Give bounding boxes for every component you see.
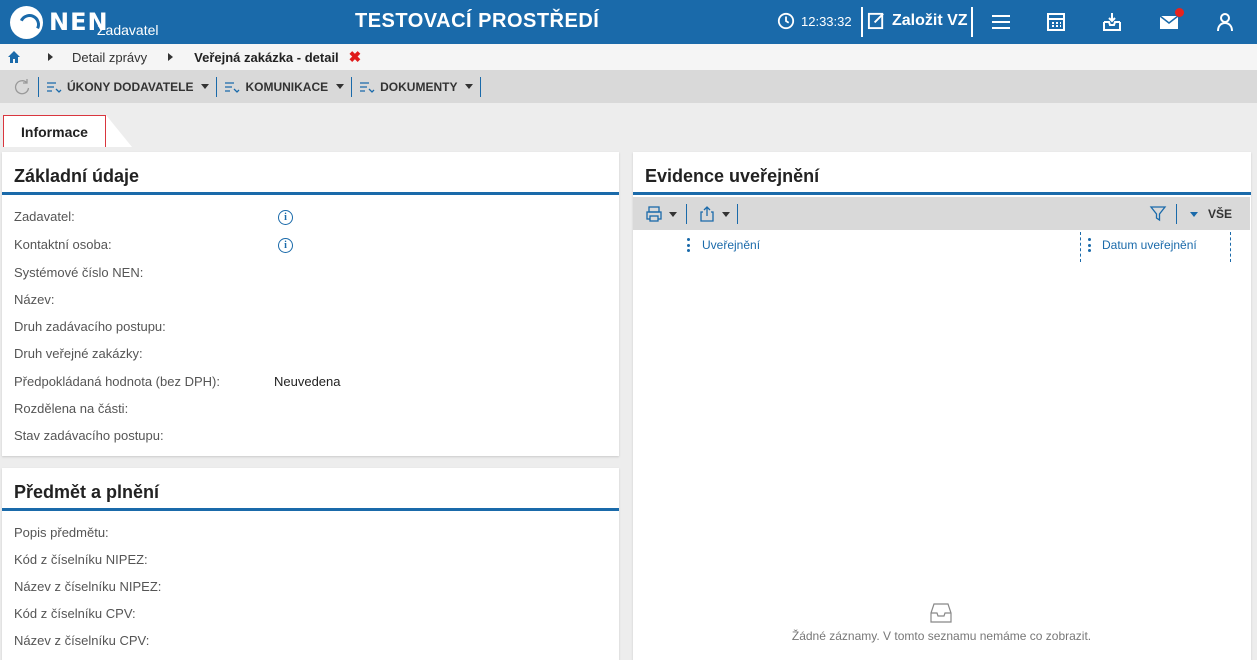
breadcrumb-separator-icon [48,53,53,61]
documents-menu[interactable]: DOKUMENTY [359,79,474,95]
refresh-icon[interactable] [13,78,31,96]
edit-icon [867,12,884,30]
notification-dot [1175,8,1184,17]
create-vz-label: Založit VZ [892,11,968,29]
breadcrumb-current: Veřejná zakázka - detail [194,49,339,65]
tab-strip: Informace [0,103,1257,147]
header-divider [971,7,973,37]
field-label-contract-type: Druh veřejné zakázky: [14,346,143,361]
chevron-down-icon [465,84,474,89]
nen-logo[interactable]: NEN [10,5,109,39]
list-actions-icon [225,81,240,93]
home-icon[interactable] [7,50,21,64]
session-clock: 12:33:32 [777,12,852,30]
field-label-contact-person: Kontaktní osoba: [14,237,112,252]
export-icon [700,206,714,222]
field-label-procedure-status: Stav zadávacího postupu: [14,428,164,443]
filter-all-dropdown[interactable]: VŠE [1189,207,1232,221]
chevron-down-icon [1189,211,1198,217]
mail-icon[interactable] [1158,8,1184,33]
breadcrumb-item[interactable]: Detail zprávy [72,50,147,65]
column-divider[interactable] [1080,232,1081,262]
list-actions-icon [360,81,375,93]
field-label-nipez-name: Název z číselníku NIPEZ: [14,579,162,594]
inbox-icon[interactable] [1101,11,1123,33]
create-vz-button[interactable]: Založit VZ [867,11,968,30]
filter-button[interactable] [1149,205,1167,223]
publication-panel: Evidence uveřejnění VŠE Uveřejnění Datum… [633,152,1251,660]
environment-title: TESTOVACÍ PROSTŘEDÍ [355,10,600,32]
menu-icon[interactable] [990,11,1012,33]
grid-toolbar: VŠE [633,197,1250,230]
communication-menu[interactable]: KOMUNIKACE [224,79,345,95]
logo-subtitle: Zadavatel [97,22,159,38]
column-menu-icon[interactable] [687,238,690,252]
empty-state-text: Žádné záznamy. V tomto seznamu nemáme co… [791,629,1092,643]
tab-wedge [106,115,132,147]
print-button[interactable] [645,205,677,223]
toolbar-divider [351,76,353,97]
user-icon[interactable] [1214,11,1236,33]
close-tab-icon[interactable]: ✖ [349,48,362,66]
clock-icon [777,12,795,30]
print-icon [646,206,662,222]
breadcrumb: Detail zprávy Veřejná zakázka - detail ✖ [0,44,1257,70]
header-divider [861,7,863,37]
list-actions-icon [47,81,62,93]
logo-mark-icon [10,5,43,39]
basic-info-panel: Základní údaje Zadavatel: i Kontaktní os… [2,152,619,456]
info-icon[interactable]: i [278,238,293,253]
panel-title: Předmět a plnění [14,482,160,502]
chevron-down-icon [201,84,210,89]
column-header-publication-date[interactable]: Datum uveřejnění [1102,238,1197,252]
field-label-system-number: Systémové číslo NEN: [14,265,144,280]
field-label-cpv-code: Kód z číselníku CPV: [14,606,136,621]
toolbar-divider [1176,204,1177,224]
panel-title: Základní údaje [14,166,140,186]
field-label-cpv-name: Název z číselníku CPV: [14,633,150,648]
field-label-contracting-authority: Zadavatel: [14,209,75,224]
filter-all-label: VŠE [1207,207,1232,221]
top-bar: NEN Zadavatel TESTOVACÍ PROSTŘEDÍ 12:33:… [0,0,1257,44]
toolbar-divider [480,76,482,97]
column-menu-icon[interactable] [1088,238,1091,252]
panel-title-rule [2,508,619,511]
chevron-down-icon [722,211,730,217]
column-header-publication[interactable]: Uveřejnění [702,238,760,252]
column-divider[interactable] [1230,232,1231,262]
panel-title: Evidence uveřejnění [645,166,820,186]
toolbar-divider [737,204,738,224]
empty-tray-icon [930,603,952,623]
toolbar-divider [686,204,687,224]
field-label-subject-description: Popis předmětu: [14,525,109,540]
filter-icon [1149,206,1167,222]
field-label-estimated-value: Předpokládaná hodnota (bez DPH): [14,374,220,389]
action-toolbar: ÚKONY DODAVATELE KOMUNIKACE DOKUMENTY [0,70,1257,103]
panel-title-rule [633,192,1251,195]
tab-information[interactable]: Informace [3,115,106,147]
supplier-actions-menu[interactable]: ÚKONY DODAVATELE [46,79,210,95]
field-label-divided-into-parts: Rozdělena na části: [14,401,129,416]
info-icon[interactable]: i [278,210,293,225]
calculator-icon[interactable] [1045,11,1067,33]
field-label-nipez-code: Kód z číselníku NIPEZ: [14,552,148,567]
documents-label: DOKUMENTY [380,79,458,94]
subject-panel: Předmět a plnění Popis předmětu: Kód z č… [2,468,619,660]
chevron-down-icon [669,211,677,217]
breadcrumb-separator-icon [168,53,174,61]
communication-label: KOMUNIKACE [245,79,329,94]
clock-time: 12:33:32 [801,13,852,29]
toolbar-divider [38,76,39,97]
field-label-name: Název: [14,292,55,307]
export-button[interactable] [698,205,730,223]
supplier-actions-label: ÚKONY DODAVATELE [67,79,194,94]
field-value-estimated-value: Neuvedena [274,374,341,389]
toolbar-divider [216,76,218,97]
chevron-down-icon [336,84,345,89]
field-label-procedure-type: Druh zadávacího postupu: [14,319,166,334]
panel-title-rule [2,192,619,195]
